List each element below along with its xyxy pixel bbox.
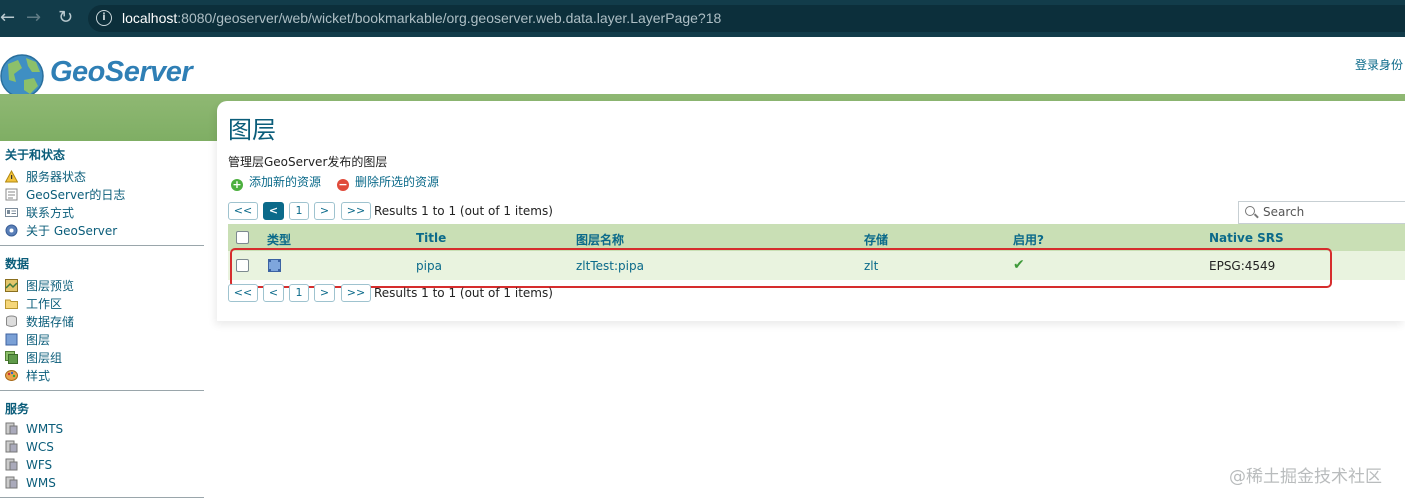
reload-icon[interactable]: ↻ bbox=[58, 7, 73, 29]
pager-prev-button[interactable]: < bbox=[263, 202, 284, 220]
search-icon bbox=[1245, 206, 1255, 216]
add-circle-icon: + bbox=[231, 178, 243, 191]
sidebar-item-layer-groups[interactable]: 图层组 bbox=[5, 349, 62, 365]
map-preview-icon bbox=[5, 279, 18, 292]
sidebar-divider bbox=[0, 497, 204, 498]
search-input[interactable]: Search bbox=[1238, 201, 1405, 224]
server-icon bbox=[5, 440, 18, 453]
pager-last-button[interactable]: >> bbox=[341, 202, 371, 220]
url-text[interactable]: localhost:8080/geoserver/web/wicket/book… bbox=[122, 10, 721, 26]
add-new-resource-link[interactable]: + 添加新的资源 bbox=[231, 173, 321, 191]
warning-icon bbox=[4, 169, 19, 183]
contact-card-icon bbox=[5, 206, 18, 219]
column-header-layer-name[interactable]: 图层名称 bbox=[576, 231, 624, 248]
sidebar-item-styles[interactable]: 样式 bbox=[5, 367, 50, 383]
sidebar-item-about-geoserver[interactable]: 关于 GeoServer bbox=[5, 222, 117, 238]
sidebar-section-services: 服务 bbox=[5, 402, 30, 416]
column-header-title[interactable]: Title bbox=[416, 231, 446, 245]
sidebar-item-wms[interactable]: WMS bbox=[5, 476, 56, 492]
column-header-native-srs[interactable]: Native SRS bbox=[1209, 231, 1284, 245]
sidebar-section-data: 数据 bbox=[5, 257, 30, 271]
sidebar-item-wcs[interactable]: WCS bbox=[5, 440, 54, 456]
server-icon bbox=[5, 476, 18, 489]
pager-results-text: Results 1 to 1 (out of 1 items) bbox=[374, 204, 553, 218]
forward-arrow-icon[interactable]: → bbox=[26, 7, 41, 29]
server-icon bbox=[5, 458, 18, 471]
sidebar-section-about: 关于和状态 bbox=[5, 148, 66, 162]
sidebar-item-server-status[interactable]: 服务器状态 bbox=[4, 168, 86, 184]
watermark: @稀土掘金技术社区 bbox=[1229, 467, 1382, 487]
layer-icon bbox=[5, 333, 18, 346]
info-icon bbox=[5, 224, 18, 237]
sidebar-item-workspaces[interactable]: 工作区 bbox=[5, 295, 62, 311]
login-link[interactable]: 登录身份 bbox=[1355, 56, 1403, 73]
server-icon bbox=[5, 422, 18, 435]
pager-page-1-button[interactable]: 1 bbox=[289, 202, 309, 220]
pager-next-button[interactable]: > bbox=[314, 284, 335, 302]
site-info-icon[interactable]: i bbox=[96, 10, 112, 26]
folder-icon bbox=[5, 297, 18, 310]
remove-selected-link[interactable]: − 删除所选的资源 bbox=[337, 173, 439, 191]
search-placeholder: Search bbox=[1263, 205, 1305, 219]
pager-last-button[interactable]: >> bbox=[341, 284, 371, 302]
pager-results-text: Results 1 to 1 (out of 1 items) bbox=[374, 286, 553, 300]
pager-next-button[interactable]: > bbox=[314, 202, 335, 220]
browser-toolbar: ← → ↻ i localhost:8080/geoserver/web/wic… bbox=[0, 0, 1405, 37]
table-header: 类型 Title 图层名称 存储 启用? Native SRS bbox=[228, 224, 1405, 251]
sidebar-item-contact[interactable]: 联系方式 bbox=[5, 204, 74, 220]
back-arrow-icon[interactable]: ← bbox=[0, 7, 15, 29]
page-description: 管理层GeoServer发布的图层 bbox=[228, 155, 388, 169]
remove-circle-icon: − bbox=[337, 178, 349, 191]
sidebar-divider bbox=[0, 390, 204, 391]
pager-first-button[interactable]: << bbox=[228, 284, 258, 302]
sidebar-item-geoserver-log[interactable]: GeoServer的日志 bbox=[5, 186, 125, 202]
sidebar-item-layer-preview[interactable]: 图层预览 bbox=[5, 277, 74, 293]
sidebar-item-stores[interactable]: 数据存储 bbox=[5, 313, 74, 329]
layer-group-icon bbox=[5, 351, 18, 364]
log-icon bbox=[5, 188, 18, 201]
pager-prev-button[interactable]: < bbox=[263, 284, 284, 302]
sidebar-divider bbox=[0, 245, 204, 246]
column-header-enabled[interactable]: 启用? bbox=[1013, 231, 1044, 248]
pager-first-button[interactable]: << bbox=[228, 202, 258, 220]
page-title: 图层 bbox=[228, 116, 276, 144]
sidebar-item-wfs[interactable]: WFS bbox=[5, 458, 52, 474]
sidebar-item-wmts[interactable]: WMTS bbox=[5, 422, 63, 438]
column-header-store[interactable]: 存储 bbox=[864, 231, 888, 248]
highlight-annotation bbox=[230, 248, 1332, 288]
page-header bbox=[0, 37, 1405, 100]
sidebar-item-layers[interactable]: 图层 bbox=[5, 331, 50, 347]
database-icon bbox=[5, 315, 18, 328]
palette-icon bbox=[5, 369, 18, 382]
pager-page-1-button[interactable]: 1 bbox=[289, 284, 309, 302]
select-all-checkbox[interactable] bbox=[236, 231, 249, 244]
column-header-type[interactable]: 类型 bbox=[267, 231, 291, 248]
geoserver-logo-text[interactable]: GeoServer bbox=[50, 56, 193, 89]
